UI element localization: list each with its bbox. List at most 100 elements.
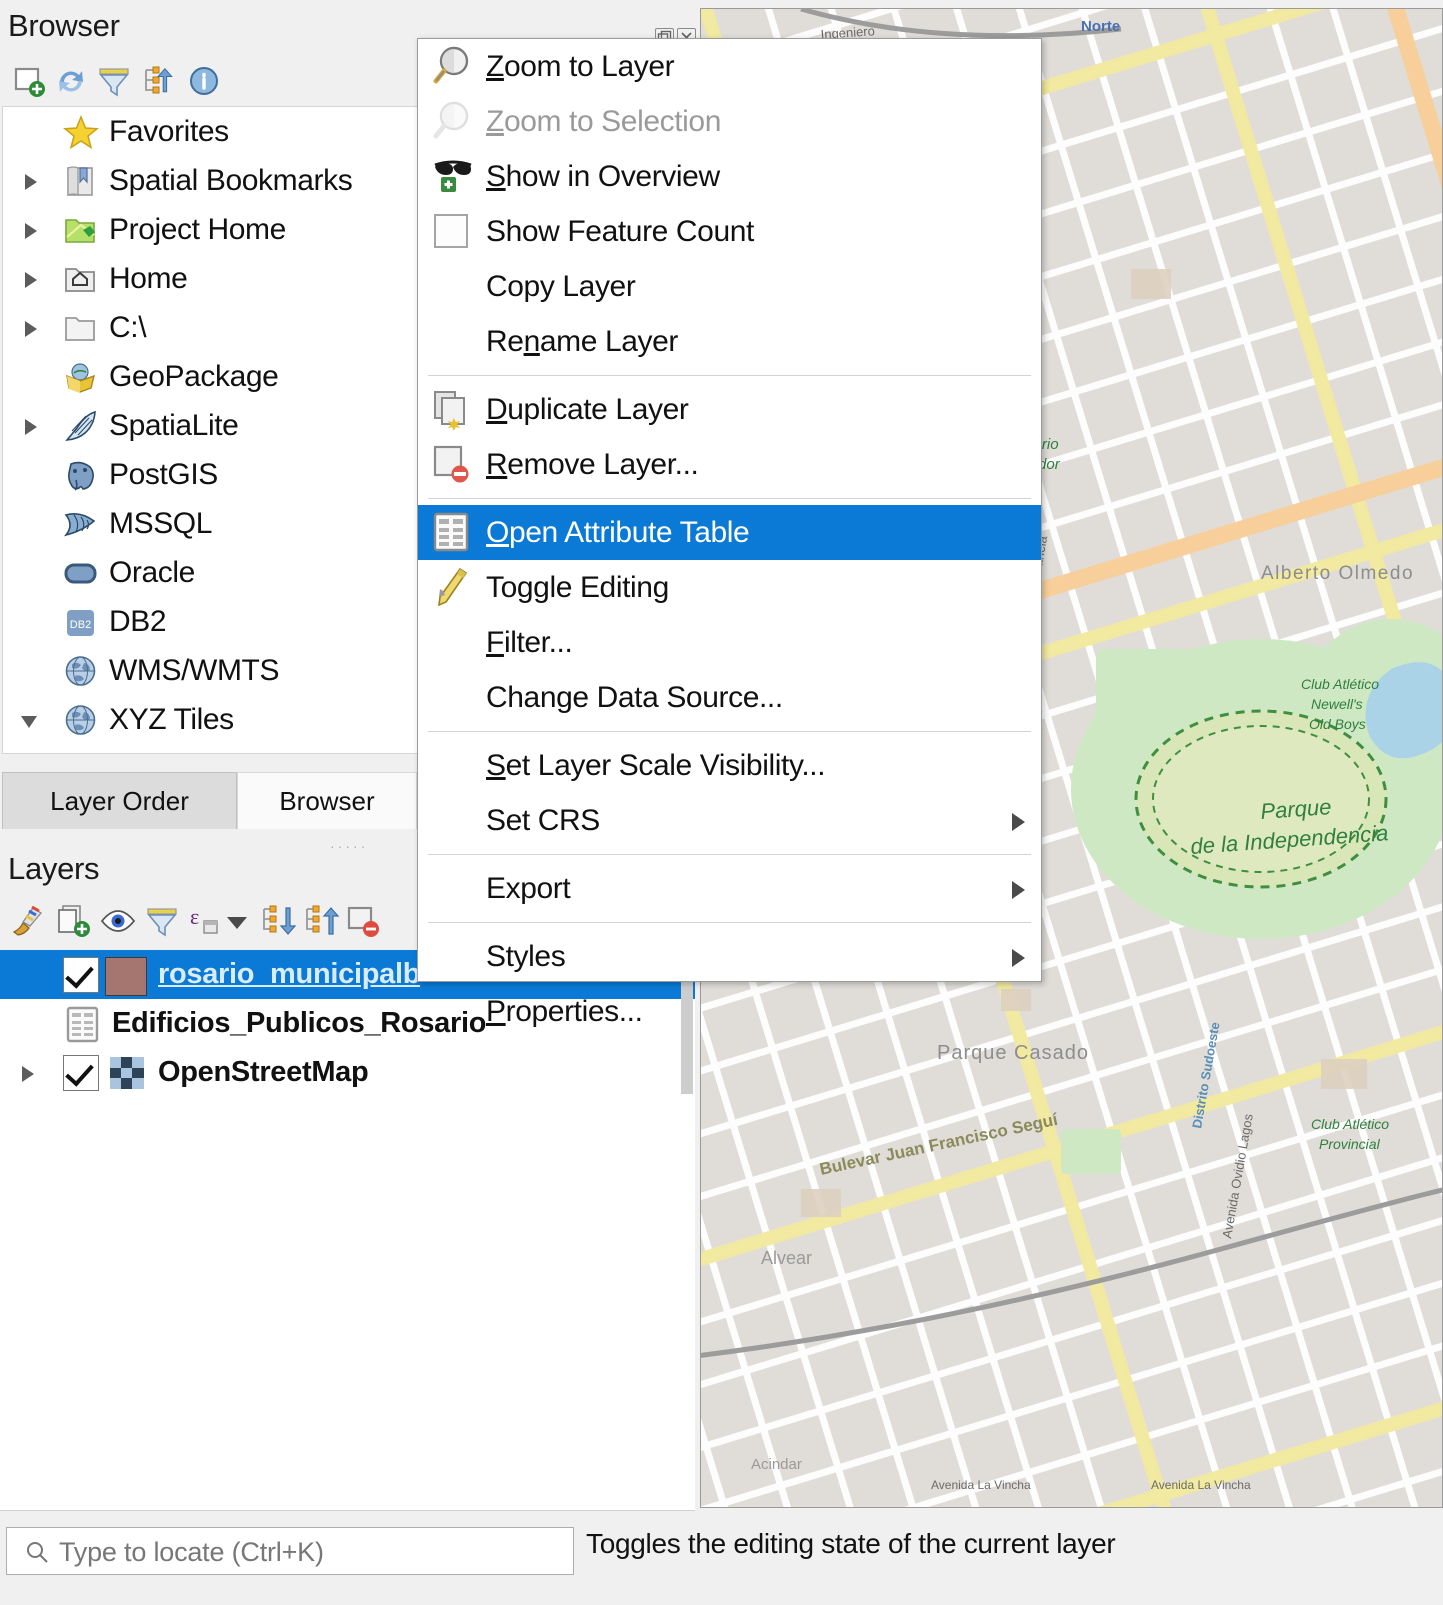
chevron-right-icon[interactable] [25,223,37,239]
panel-resize-grip[interactable]: ····· [330,838,368,854]
collapse-all-icon[interactable] [303,902,341,940]
mssql-icon [63,507,99,541]
layer-visibility-checkbox[interactable] [63,1055,99,1091]
menu-item-label: Change Data Source... [486,681,783,715]
tab-browser[interactable]: Browser [237,772,417,829]
menu-item-styles[interactable]: Styles [418,929,1041,984]
chevron-right-icon[interactable] [25,321,37,337]
svg-text:Parque: Parque [1260,794,1333,824]
open-layer-styling-panel-icon[interactable] [10,902,48,940]
star-icon [63,115,99,149]
layers-panel-title: Layers [8,851,99,887]
locate-bar[interactable]: Type to locate (Ctrl+K) [6,1527,574,1575]
menu-item-label: Zoom to Selection [486,105,721,139]
submenu-arrow-icon [1012,949,1025,967]
menu-item-zoom-to-layer[interactable]: Zoom to Layer [418,39,1041,94]
filter-browser-icon[interactable] [95,62,133,100]
wms-globe-icon [63,654,99,688]
tab-label: Layer Order [50,786,189,817]
menu-item-filter[interactable]: Filter... [418,615,1041,670]
project-home-folder-icon [63,213,99,247]
panel-divider [0,1510,695,1511]
svg-text:Newell's: Newell's [1311,696,1363,712]
menu-item-show-feature-count[interactable]: Show Feature Count [418,204,1041,259]
menu-item-label: Properties... [486,995,643,1029]
spatialite-feather-icon [63,409,99,443]
svg-text:Avenida La Vincha: Avenida La Vincha [931,1478,1031,1492]
bookmark-icon [63,164,99,198]
svg-text:Club Atlético: Club Atlético [1311,1116,1389,1132]
tab-layer-order[interactable]: Layer Order [2,772,237,829]
attribute-table-icon [432,511,474,553]
zoom-to-selection-icon [432,100,474,142]
add-group-icon[interactable] [55,902,93,940]
menu-item-label: Toggle Editing [486,571,669,605]
attribute-table-icon [64,1005,102,1043]
remove-layer-icon [432,443,474,485]
layer-visibility-checkbox[interactable] [63,957,99,993]
menu-item-label: Open Attribute Table [486,516,749,550]
menu-item-label: Set Layer Scale Visibility... [486,749,825,783]
menu-item-properties[interactable]: Properties... [418,984,1041,1039]
chevron-down-icon[interactable] [21,716,37,728]
layer-item-openstreetmap[interactable]: OpenStreetMap [0,1048,695,1097]
layer-context-menu[interactable]: Zoom to Layer Zoom to Selection Show in … [417,38,1042,982]
expand-all-icon[interactable] [260,902,298,940]
zoom-to-layer-icon [432,45,474,87]
home-folder-icon [63,262,99,296]
svg-text:Avenida La Vincha: Avenida La Vincha [1151,1478,1251,1492]
pencil-icon [432,566,474,608]
menu-item-label: Duplicate Layer [486,393,688,427]
filter-legend-icon[interactable] [143,902,181,940]
menu-item-label: Export [486,872,570,906]
svg-text:DB2: DB2 [70,619,91,631]
menu-item-toggle-editing[interactable]: Toggle Editing [418,560,1041,615]
menu-item-show-in-overview[interactable]: Show in Overview [418,149,1041,204]
menu-item-set-crs[interactable]: Set CRS [418,793,1041,848]
menu-item-copy-layer[interactable]: Copy Layer [418,259,1041,314]
browser-item-label: Spatial Bookmarks [109,164,352,198]
dropdown-arrow-icon[interactable] [218,902,256,940]
chevron-right-icon[interactable] [25,272,37,288]
refresh-icon[interactable] [52,62,90,100]
chevron-right-icon[interactable] [25,419,37,435]
menu-separator [428,375,1031,376]
menu-item-export[interactable]: Export [418,861,1041,916]
browser-item-label: GeoPackage [109,360,278,394]
chevron-right-icon[interactable] [25,174,37,190]
polygon-symbol-swatch [105,957,147,996]
browser-panel-title: Browser [8,8,120,44]
add-selected-layers-icon[interactable] [10,62,48,100]
menu-item-set-layer-scale-visibility[interactable]: Set Layer Scale Visibility... [418,738,1041,793]
browser-item-label: Home [109,262,187,296]
menu-item-label: Rename Layer [486,325,678,359]
browser-item-label: WMS/WMTS [109,654,279,688]
collapse-all-icon[interactable] [140,62,178,100]
svg-text:Acindar: Acindar [751,1456,802,1473]
checkbox-unchecked-icon[interactable] [432,210,474,252]
manage-map-themes-icon[interactable] [99,902,137,940]
svg-text:Norte: Norte [1081,18,1120,35]
svg-text:Alberto Olmedo: Alberto Olmedo [1261,563,1414,584]
menu-item-duplicate-layer[interactable]: Duplicate Layer [418,382,1041,437]
geopackage-icon [63,360,99,394]
browser-item-label: Project Home [109,213,286,247]
duplicate-layer-icon [432,388,474,430]
oracle-icon [63,556,99,590]
browser-item-label: Oracle [109,556,195,590]
browser-item-label: DB2 [109,605,166,639]
menu-item-rename-layer[interactable]: Rename Layer [418,314,1041,369]
browser-item-label: Favorites [109,115,229,149]
remove-layer-icon[interactable] [344,902,382,940]
db2-icon: DB2 [63,605,99,639]
properties-widget-icon[interactable] [185,62,223,100]
menu-item-label: Show in Overview [486,160,720,194]
svg-text:Alvear: Alvear [761,1248,812,1268]
menu-item-change-data-source[interactable]: Change Data Source... [418,670,1041,725]
menu-item-label: Zoom to Layer [486,50,674,84]
menu-item-remove-layer[interactable]: Remove Layer... [418,437,1041,492]
svg-text:ε: ε [190,904,199,929]
menu-item-label: Set CRS [486,804,600,838]
chevron-right-icon[interactable] [22,1066,34,1082]
menu-item-open-attribute-table[interactable]: Open Attribute Table [418,505,1041,560]
